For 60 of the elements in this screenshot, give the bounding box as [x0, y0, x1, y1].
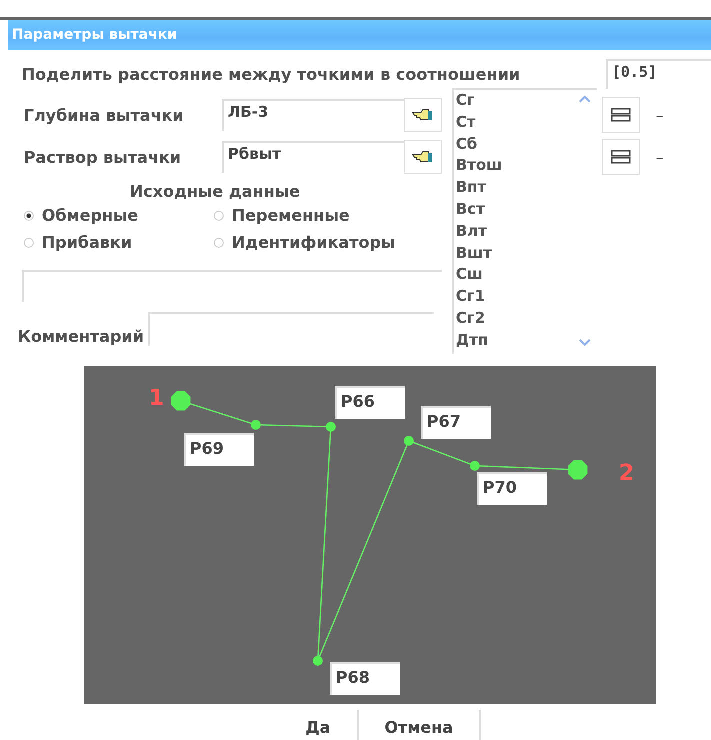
- radio-option[interactable]: Идентификаторы: [214, 233, 444, 252]
- list-button[interactable]: [602, 97, 640, 133]
- comment-label: Комментарий: [18, 327, 144, 346]
- window-title: Параметры вытачки: [12, 27, 178, 43]
- point-label: Р67: [421, 406, 491, 439]
- opening-field[interactable]: Рбвыт: [222, 141, 404, 173]
- depth-label: Глубина вытачки: [24, 106, 185, 124]
- list-item[interactable]: Сг1: [456, 286, 573, 308]
- radio-option[interactable]: Обмерные: [24, 206, 214, 225]
- list-item[interactable]: Сб: [456, 134, 573, 156]
- radio-label: Переменные: [232, 206, 350, 225]
- radio-circle[interactable]: [24, 238, 34, 248]
- point-label: Р69: [184, 433, 254, 466]
- radio-option[interactable]: Прибавки: [24, 233, 214, 252]
- point-label: Р70: [477, 472, 547, 505]
- radio-label: Идентификаторы: [232, 233, 396, 252]
- point-dot[interactable]: [313, 656, 323, 666]
- list-item[interactable]: Впт: [456, 177, 573, 199]
- point-dot[interactable]: [326, 422, 336, 432]
- point-dot[interactable]: [470, 461, 480, 471]
- section-title: Исходные данные: [129, 181, 300, 203]
- list-item[interactable]: Вст: [456, 198, 573, 221]
- scroll-up-icon[interactable]: [578, 94, 592, 104]
- pointing-hand-icon: [412, 108, 434, 122]
- depth-field[interactable]: ЛБ-3: [222, 99, 404, 131]
- ratio-field[interactable]: [0.5]: [606, 59, 711, 89]
- dash-mark: –: [656, 106, 664, 124]
- list-item[interactable]: Дтп: [456, 330, 573, 352]
- pointing-hand-icon: [412, 150, 434, 164]
- list-item[interactable]: Сш: [456, 264, 573, 286]
- variable-list[interactable]: Сг Ст Сб Втош Впт Вст Влт Вшт Сш Сг1 Сг2 Дтп: [452, 88, 597, 354]
- list-icon: [611, 107, 631, 123]
- point-dot[interactable]: [404, 436, 414, 446]
- point-number: 1: [149, 386, 164, 411]
- point-label: Р66: [335, 386, 405, 419]
- point-label: Р68: [330, 662, 400, 695]
- radio-circle[interactable]: [214, 238, 224, 248]
- opening-label: Раствор вытачки: [24, 148, 182, 166]
- list-button[interactable]: [602, 139, 640, 175]
- radio-circle[interactable]: [214, 210, 224, 220]
- radio-label: Прибавки: [42, 233, 132, 252]
- pick-button[interactable]: [404, 98, 442, 132]
- end-point[interactable]: [568, 460, 588, 480]
- end-point[interactable]: [171, 391, 191, 411]
- point-number: 2: [619, 461, 634, 486]
- radio-label: Обмерные: [42, 206, 139, 225]
- scroll-down-icon[interactable]: [578, 338, 592, 348]
- radio-option[interactable]: Переменные: [214, 206, 444, 225]
- list-item[interactable]: Влт: [456, 220, 573, 243]
- radio-circle[interactable]: [24, 210, 34, 220]
- dash-mark: –: [656, 148, 664, 166]
- pick-button[interactable]: [404, 140, 442, 174]
- list-item[interactable]: Втош: [456, 155, 573, 178]
- list-item[interactable]: Ст: [456, 112, 573, 134]
- list-icon: [611, 149, 631, 165]
- list-item[interactable]: Вшт: [456, 242, 573, 264]
- list-item[interactable]: Сг: [456, 90, 573, 112]
- ratio-label: Поделить расстояние между точкими в соотношении: [22, 64, 522, 84]
- list-item[interactable]: Сг2: [456, 308, 573, 330]
- point-dot[interactable]: [251, 420, 261, 430]
